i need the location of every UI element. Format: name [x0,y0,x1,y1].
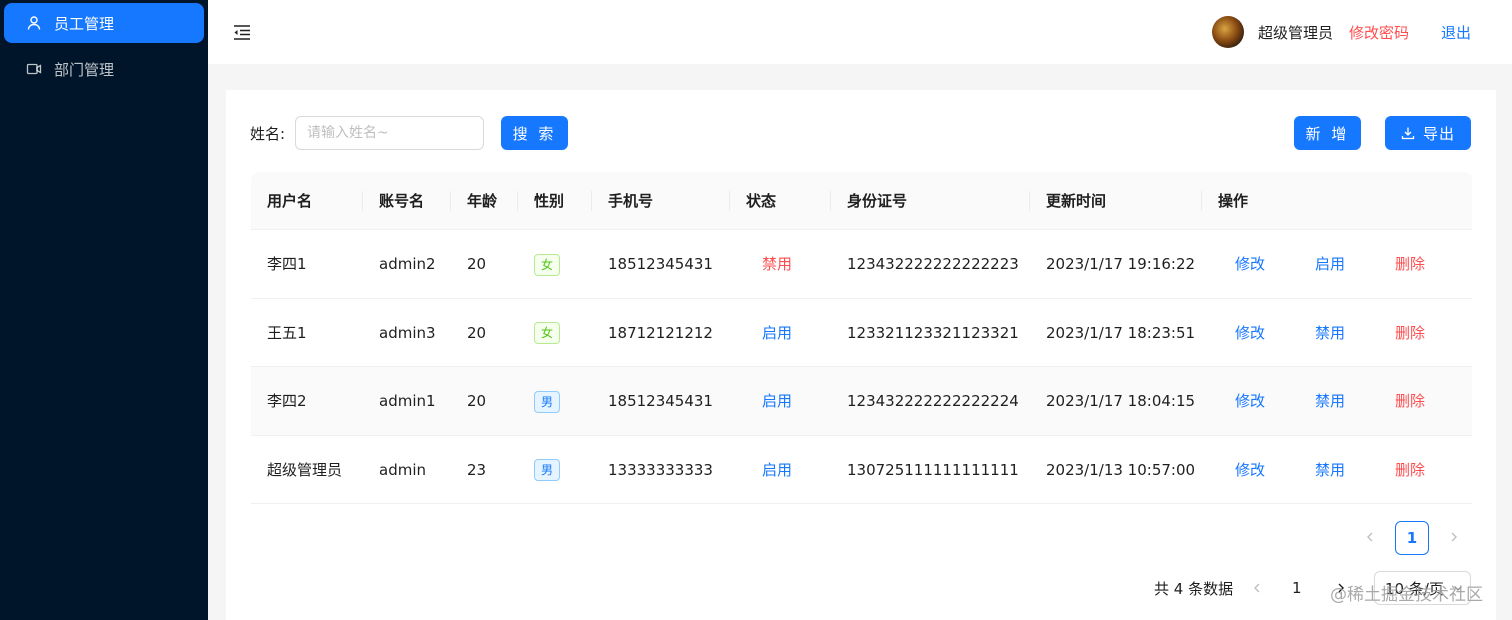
logout-link[interactable]: 退出 [1441,22,1471,43]
export-button[interactable]: 导出 [1385,116,1471,150]
status-badge: 启用 [762,460,793,479]
edit-button[interactable]: 修改 [1235,367,1265,435]
pagination-total: 共 4 条数据 [1154,580,1234,598]
column-divider [517,191,518,211]
column-divider [362,191,363,211]
cell-id-number: 130725111111111111 [847,460,1019,479]
table-row: 王五1 admin3 20 女 18712121212 启用 123321123… [251,299,1472,367]
next-page-icon[interactable] [1447,530,1461,544]
disable-button[interactable]: 禁用 [1315,367,1345,435]
delete-button[interactable]: 删除 [1395,230,1425,298]
cell-age: 20 [467,323,487,342]
gender-tag: 女 [534,253,561,276]
sidebar: 员工管理 部门管理 [0,0,208,620]
cell-account: admin3 [379,323,436,342]
column-header: 性别 [534,192,565,210]
cell-phone: 18712121212 [608,323,713,342]
cell-username: 超级管理员 [267,460,343,479]
header: 超级管理员 修改密码 退出 [208,0,1512,64]
change-password-link[interactable]: 修改密码 [1349,22,1409,43]
menu-fold-icon[interactable] [232,22,252,42]
cell-account: admin1 [379,392,436,410]
table-row: 超级管理员 admin 23 男 13333333333 启用 13072511… [251,436,1472,504]
column-header: 手机号 [608,192,654,210]
column-header: 身份证号 [847,192,908,210]
status-badge: 启用 [762,323,793,342]
sidebar-item-department[interactable]: 部门管理 [4,49,204,89]
column-divider [1029,191,1030,211]
user-icon [26,15,42,31]
cell-updated-time: 2023/1/13 10:57:00 [1046,460,1196,479]
page-number[interactable]: 1 [1292,579,1302,597]
cell-updated-time: 2023/1/17 18:04:15 [1046,392,1196,410]
cell-account: admin2 [379,255,436,273]
edit-button[interactable]: 修改 [1235,230,1265,298]
export-label: 导出 [1422,124,1455,143]
delete-button[interactable]: 删除 [1395,299,1425,367]
delete-button[interactable]: 删除 [1395,367,1425,435]
video-icon [26,61,42,77]
table-header: 用户名 账号名 年龄 性别 手机号 状态 身份证号 更新时间 操作 [251,172,1472,230]
cell-id-number: 123432222222222223 [847,255,1019,273]
table-row: 李四2 admin1 20 男 18512345431 启用 123432222… [251,367,1472,436]
username: 超级管理员 [1258,24,1334,42]
main-content: 姓名: 搜 索 新 增 导出 用户名 账号名 年龄 性别 手机号 状态 身份证号… [226,90,1496,620]
cell-account: admin [379,460,426,479]
disable-button[interactable]: 禁用 [1315,436,1345,504]
sidebar-item-label: 员工管理 [54,14,115,33]
cell-phone: 18512345431 [608,255,713,273]
column-divider [830,191,831,211]
cell-age: 20 [467,392,487,410]
page-number-current[interactable]: 1 [1395,521,1429,555]
column-divider [1201,191,1202,211]
add-button[interactable]: 新 增 [1294,116,1361,150]
column-divider [729,191,730,211]
cell-phone: 13333333333 [608,460,713,479]
search-button[interactable]: 搜 索 [501,116,568,150]
employee-table: 用户名 账号名 年龄 性别 手机号 状态 身份证号 更新时间 操作 李四1 ad… [251,172,1472,504]
sidebar-item-label: 部门管理 [54,60,115,79]
status-badge: 禁用 [762,255,793,273]
cell-gender: 男 [534,436,561,504]
column-header: 操作 [1218,192,1249,210]
cell-gender: 女 [534,299,561,367]
gender-tag: 女 [534,322,561,344]
disable-button[interactable]: 禁用 [1315,299,1345,367]
download-icon [1401,127,1415,140]
cell-gender: 女 [534,230,561,298]
edit-button[interactable]: 修改 [1235,299,1265,367]
column-header: 账号名 [379,192,425,210]
cell-id-number: 123432222222222224 [847,392,1019,410]
sidebar-item-employee[interactable]: 员工管理 [4,3,204,43]
search-label: 姓名: [250,125,286,143]
enable-button[interactable]: 启用 [1315,230,1345,298]
prev-page-icon[interactable] [1363,530,1377,544]
name-search-input[interactable] [295,116,484,150]
avatar[interactable] [1212,16,1244,48]
column-header: 用户名 [267,192,313,210]
cell-updated-time: 2023/1/17 19:16:22 [1046,255,1196,273]
column-header: 更新时间 [1046,192,1107,210]
cell-username: 李四1 [267,255,307,273]
cell-age: 23 [467,460,487,479]
status-badge: 启用 [762,392,793,410]
column-divider [450,191,451,211]
cell-age: 20 [467,255,487,273]
cell-id-number: 123321123321123321 [847,323,1019,342]
table-row: 李四1 admin2 20 女 18512345431 禁用 123432222… [251,230,1472,299]
cell-gender: 男 [534,367,561,435]
column-header: 年龄 [467,192,498,210]
edit-button[interactable]: 修改 [1235,436,1265,504]
cell-username: 李四2 [267,392,307,410]
cell-phone: 18512345431 [608,392,713,410]
gender-tag: 男 [534,390,561,413]
cell-updated-time: 2023/1/17 18:23:51 [1046,323,1196,342]
prev-page-icon[interactable] [1250,581,1264,595]
delete-button[interactable]: 删除 [1395,436,1425,504]
cell-username: 王五1 [267,323,307,342]
column-header: 状态 [746,192,777,210]
gender-tag: 男 [534,459,561,481]
watermark: @稀土掘金技术社区 [1330,585,1483,605]
column-divider [591,191,592,211]
